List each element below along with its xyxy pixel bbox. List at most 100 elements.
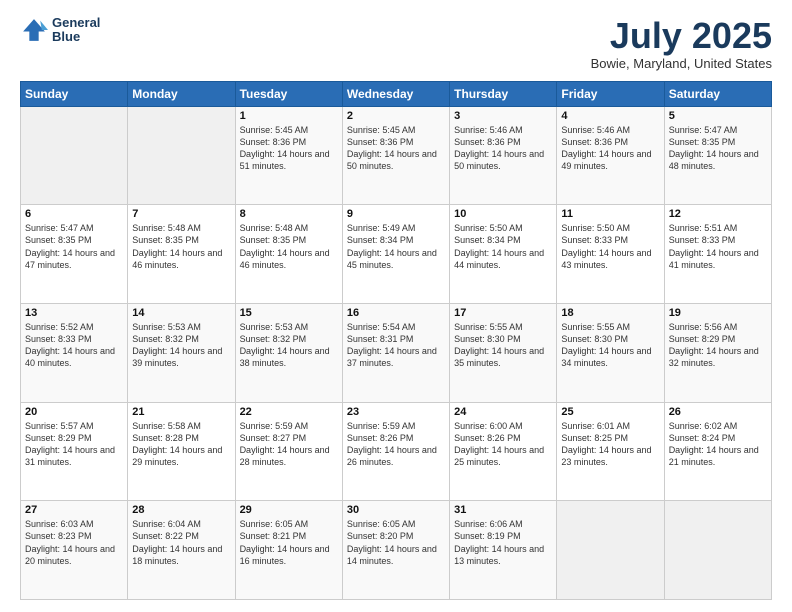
day-info: Sunrise: 5:50 AMSunset: 8:33 PMDaylight:… <box>561 222 659 271</box>
day-number: 21 <box>132 406 230 418</box>
calendar-cell: 29Sunrise: 6:05 AMSunset: 8:21 PMDayligh… <box>235 501 342 600</box>
day-number: 14 <box>132 307 230 319</box>
day-number: 9 <box>347 208 445 220</box>
day-number: 28 <box>132 504 230 516</box>
day-number: 2 <box>347 110 445 122</box>
calendar-cell <box>664 501 771 600</box>
day-info: Sunrise: 5:46 AMSunset: 8:36 PMDaylight:… <box>454 124 552 173</box>
day-number: 4 <box>561 110 659 122</box>
calendar-cell: 8 Sunrise: 5:48 AMSunset: 8:35 PMDaylight… <box>235 205 342 304</box>
day-info: Sunrise: 5:51 AMSunset: 8:33 PMDaylight:… <box>669 222 767 271</box>
calendar-cell <box>128 106 235 205</box>
calendar-cell: 15 Sunrise: 5:53 AMSunset: 8:32 PMDayligh… <box>235 303 342 402</box>
calendar-cell: 3 Sunrise: 5:46 AMSunset: 8:36 PMDaylight… <box>450 106 557 205</box>
day-info: Sunrise: 6:06 AMSunset: 8:19 PMDaylight:… <box>454 518 552 567</box>
calendar-cell: 4 Sunrise: 5:46 AMSunset: 8:36 PMDaylight… <box>557 106 664 205</box>
calendar-cell: 10 Sunrise: 5:50 AMSunset: 8:34 PMDayligh… <box>450 205 557 304</box>
calendar-cell: 21Sunrise: 5:58 AMSunset: 8:28 PMDayligh… <box>128 402 235 501</box>
day-info: Sunrise: 5:52 AMSunset: 8:33 PMDaylight:… <box>25 321 123 370</box>
day-number: 8 <box>240 208 338 220</box>
day-number: 27 <box>25 504 123 516</box>
day-number: 12 <box>669 208 767 220</box>
weekday-header-wednesday: Wednesday <box>342 81 449 106</box>
day-number: 17 <box>454 307 552 319</box>
day-info: Sunrise: 5:57 AMSunset: 8:29 PMDaylight:… <box>25 420 123 469</box>
day-info: Sunrise: 5:45 AMSunset: 8:36 PMDaylight:… <box>347 124 445 173</box>
calendar-cell: 9Sunrise: 5:49 AMSunset: 8:34 PMDaylight… <box>342 205 449 304</box>
calendar-cell: 12 Sunrise: 5:51 AMSunset: 8:33 PMDayligh… <box>664 205 771 304</box>
logo: General Blue <box>20 16 100 45</box>
weekday-header-tuesday: Tuesday <box>235 81 342 106</box>
day-number: 19 <box>669 307 767 319</box>
calendar-cell: 24 Sunrise: 6:00 AMSunset: 8:26 PMDayligh… <box>450 402 557 501</box>
calendar-cell <box>21 106 128 205</box>
day-number: 24 <box>454 406 552 418</box>
page: General Blue July 2025 Bowie, Maryland, … <box>0 0 792 612</box>
month-title: July 2025 <box>591 16 772 56</box>
day-number: 22 <box>240 406 338 418</box>
calendar-cell <box>557 501 664 600</box>
day-number: 3 <box>454 110 552 122</box>
day-number: 16 <box>347 307 445 319</box>
day-info: Sunrise: 5:55 AMSunset: 8:30 PMDaylight:… <box>561 321 659 370</box>
calendar-cell: 25Sunrise: 6:01 AMSunset: 8:25 PMDayligh… <box>557 402 664 501</box>
day-number: 15 <box>240 307 338 319</box>
calendar-cell: 30Sunrise: 6:05 AMSunset: 8:20 PMDayligh… <box>342 501 449 600</box>
day-info: Sunrise: 5:45 AMSunset: 8:36 PMDaylight:… <box>240 124 338 173</box>
day-info: Sunrise: 5:59 AMSunset: 8:27 PMDaylight:… <box>240 420 338 469</box>
day-info: Sunrise: 5:48 AMSunset: 8:35 PMDaylight:… <box>240 222 338 271</box>
calendar-week-row: 1 Sunrise: 5:45 AMSunset: 8:36 PMDaylight… <box>21 106 772 205</box>
calendar-cell: 28 Sunrise: 6:04 AMSunset: 8:22 PMDayligh… <box>128 501 235 600</box>
calendar-week-row: 27 Sunrise: 6:03 AMSunset: 8:23 PMDayligh… <box>21 501 772 600</box>
day-number: 26 <box>669 406 767 418</box>
calendar-cell: 20 Sunrise: 5:57 AMSunset: 8:29 PMDayligh… <box>21 402 128 501</box>
calendar-cell: 14Sunrise: 5:53 AMSunset: 8:32 PMDayligh… <box>128 303 235 402</box>
calendar-cell: 16Sunrise: 5:54 AMSunset: 8:31 PMDayligh… <box>342 303 449 402</box>
day-info: Sunrise: 6:00 AMSunset: 8:26 PMDaylight:… <box>454 420 552 469</box>
calendar-week-row: 6 Sunrise: 5:47 AMSunset: 8:35 PMDaylight… <box>21 205 772 304</box>
logo-text: General Blue <box>52 16 100 45</box>
calendar-cell: 6 Sunrise: 5:47 AMSunset: 8:35 PMDaylight… <box>21 205 128 304</box>
day-info: Sunrise: 6:03 AMSunset: 8:23 PMDaylight:… <box>25 518 123 567</box>
calendar-cell: 11 Sunrise: 5:50 AMSunset: 8:33 PMDayligh… <box>557 205 664 304</box>
calendar-cell: 26 Sunrise: 6:02 AMSunset: 8:24 PMDayligh… <box>664 402 771 501</box>
day-info: Sunrise: 6:04 AMSunset: 8:22 PMDaylight:… <box>132 518 230 567</box>
day-number: 20 <box>25 406 123 418</box>
calendar-cell: 5 Sunrise: 5:47 AMSunset: 8:35 PMDaylight… <box>664 106 771 205</box>
day-info: Sunrise: 5:46 AMSunset: 8:36 PMDaylight:… <box>561 124 659 173</box>
title-block: July 2025 Bowie, Maryland, United States <box>591 16 772 71</box>
weekday-header-saturday: Saturday <box>664 81 771 106</box>
calendar-week-row: 20 Sunrise: 5:57 AMSunset: 8:29 PMDayligh… <box>21 402 772 501</box>
calendar-cell: 27 Sunrise: 6:03 AMSunset: 8:23 PMDayligh… <box>21 501 128 600</box>
day-info: Sunrise: 5:55 AMSunset: 8:30 PMDaylight:… <box>454 321 552 370</box>
day-info: Sunrise: 5:47 AMSunset: 8:35 PMDaylight:… <box>669 124 767 173</box>
day-info: Sunrise: 6:05 AMSunset: 8:21 PMDaylight:… <box>240 518 338 567</box>
day-number: 23 <box>347 406 445 418</box>
day-info: Sunrise: 5:53 AMSunset: 8:32 PMDaylight:… <box>240 321 338 370</box>
day-info: Sunrise: 5:48 AMSunset: 8:35 PMDaylight:… <box>132 222 230 271</box>
day-number: 6 <box>25 208 123 220</box>
weekday-header-friday: Friday <box>557 81 664 106</box>
day-number: 10 <box>454 208 552 220</box>
calendar-week-row: 13 Sunrise: 5:52 AMSunset: 8:33 PMDayligh… <box>21 303 772 402</box>
day-number: 31 <box>454 504 552 516</box>
calendar-cell: 2 Sunrise: 5:45 AMSunset: 8:36 PMDaylight… <box>342 106 449 205</box>
day-info: Sunrise: 6:02 AMSunset: 8:24 PMDaylight:… <box>669 420 767 469</box>
calendar-cell: 1 Sunrise: 5:45 AMSunset: 8:36 PMDaylight… <box>235 106 342 205</box>
day-number: 13 <box>25 307 123 319</box>
day-number: 5 <box>669 110 767 122</box>
day-info: Sunrise: 5:47 AMSunset: 8:35 PMDaylight:… <box>25 222 123 271</box>
calendar-table: SundayMondayTuesdayWednesdayThursdayFrid… <box>20 81 772 600</box>
calendar-header-row: SundayMondayTuesdayWednesdayThursdayFrid… <box>21 81 772 106</box>
day-number: 18 <box>561 307 659 319</box>
weekday-header-thursday: Thursday <box>450 81 557 106</box>
calendar-cell: 7 Sunrise: 5:48 AMSunset: 8:35 PMDaylight… <box>128 205 235 304</box>
day-info: Sunrise: 5:50 AMSunset: 8:34 PMDaylight:… <box>454 222 552 271</box>
calendar-cell: 19Sunrise: 5:56 AMSunset: 8:29 PMDayligh… <box>664 303 771 402</box>
day-number: 25 <box>561 406 659 418</box>
day-number: 7 <box>132 208 230 220</box>
weekday-header-sunday: Sunday <box>21 81 128 106</box>
day-number: 1 <box>240 110 338 122</box>
day-number: 11 <box>561 208 659 220</box>
header: General Blue July 2025 Bowie, Maryland, … <box>20 16 772 71</box>
